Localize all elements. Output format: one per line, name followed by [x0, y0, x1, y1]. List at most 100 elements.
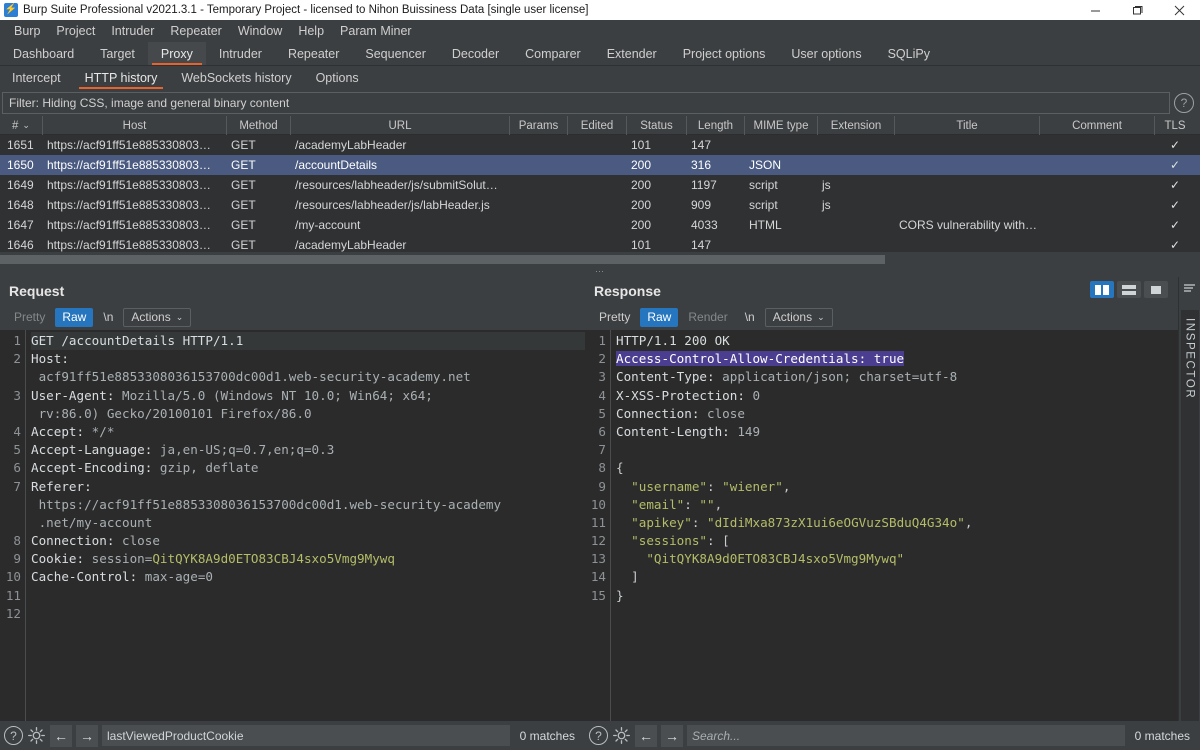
response-newline-button[interactable]: \n	[738, 308, 762, 327]
tab-sequencer[interactable]: Sequencer	[352, 42, 438, 65]
table-row[interactable]: 1649 https://acf91ff51e885330803… GET/reso…	[0, 175, 1200, 195]
request-search-input[interactable]: lastViewedProductCookie	[102, 725, 510, 746]
request-newline-button[interactable]: \n	[96, 308, 120, 327]
column-header-status[interactable]: Status	[627, 116, 687, 135]
column-header-number[interactable]: # ⌄	[0, 116, 43, 135]
burp-logo-icon: ⚡	[4, 3, 18, 17]
cell-url: /academyLabHeader	[295, 238, 407, 252]
tab-decoder[interactable]: Decoder	[439, 42, 512, 65]
horizontal-scrollbar-thumb[interactable]	[0, 255, 885, 264]
column-header-host[interactable]: Host	[43, 116, 227, 135]
menu-item-window[interactable]: Window	[230, 20, 290, 42]
search-forward-button[interactable]: →	[661, 724, 683, 747]
search-forward-button[interactable]: →	[76, 724, 98, 747]
response-raw-button[interactable]: Raw	[640, 307, 679, 327]
cell-title	[895, 235, 1040, 252]
cell-url: /resources/labheader/js/submitSolut…	[295, 178, 498, 192]
help-icon[interactable]: ?	[4, 726, 23, 745]
response-pane: Response Pretty Raw Render \n Actions ⌄ …	[585, 277, 1178, 721]
panel-splitter[interactable]: ⋯	[0, 266, 1200, 277]
close-button[interactable]	[1158, 0, 1200, 20]
response-actions-button[interactable]: Actions ⌄	[764, 307, 833, 327]
cell-length: 909	[691, 198, 712, 212]
subtab-websockets-history[interactable]: WebSockets history	[169, 66, 303, 90]
tab-proxy[interactable]: Proxy	[147, 42, 206, 65]
cell-ext: js	[822, 178, 831, 192]
search-back-button[interactable]: ←	[635, 724, 657, 747]
request-pretty-button[interactable]: Pretty	[7, 308, 52, 327]
column-header-tls[interactable]: TLS	[1155, 116, 1195, 135]
tab-sqlipy[interactable]: SQLiPy	[875, 42, 943, 65]
cell-edited	[568, 235, 627, 252]
horizontal-scrollbar-track[interactable]	[0, 252, 1200, 266]
help-icon[interactable]: ?	[589, 726, 608, 745]
cell-mime: HTML	[749, 218, 782, 232]
tab-comparer[interactable]: Comparer	[512, 42, 594, 65]
filter-bar-row: Filter: Hiding CSS, image and general bi…	[0, 90, 1200, 116]
response-render-button[interactable]: Render	[681, 308, 734, 327]
subtab-options[interactable]: Options	[304, 66, 371, 90]
table-row[interactable]: 1648 https://acf91ff51e885330803… GET/reso…	[0, 195, 1200, 215]
cell-length: 1197	[691, 178, 717, 192]
menu-item-intruder[interactable]: Intruder	[103, 20, 162, 42]
table-row[interactable]: 1651 https://acf91ff51e885330803… GET/acad…	[0, 135, 1200, 155]
column-header-params[interactable]: Params	[510, 116, 568, 135]
tab-intruder[interactable]: Intruder	[206, 42, 275, 65]
stacked-layout-icon[interactable]	[1117, 281, 1141, 298]
tab-user-options[interactable]: User options	[778, 42, 874, 65]
column-header-edited[interactable]: Edited	[568, 116, 627, 135]
tab-target[interactable]: Target	[87, 42, 148, 65]
cell-comment	[1040, 195, 1155, 215]
cell-length: 147	[691, 138, 712, 152]
request-editor[interactable]: 12 3 4567 8 9 10 11 12 GET /accountDetails H…	[0, 330, 585, 721]
request-actions-button[interactable]: Actions ⌄	[123, 307, 192, 327]
single-pane-layout-icon[interactable]	[1144, 281, 1168, 298]
filter-bar[interactable]: Filter: Hiding CSS, image and general bi…	[2, 92, 1170, 114]
menu-item-repeater[interactable]: Repeater	[162, 20, 229, 42]
cell-status: 200	[631, 178, 652, 192]
request-match-count: 0 matches	[519, 728, 575, 743]
menu-item-burp[interactable]: Burp	[6, 20, 48, 42]
menu-item-project[interactable]: Project	[48, 20, 103, 42]
request-content[interactable]: GET /accountDetails HTTP/1.1 Host: acf91f…	[26, 330, 585, 721]
response-editor[interactable]: 1 2 3 4 5 6 7 8 9 10 11 12 13 14 15 HTTP/1.1 200 OK Acc…	[585, 330, 1178, 721]
column-header-length[interactable]: Length	[687, 116, 745, 135]
column-header-comment[interactable]: Comment	[1040, 116, 1155, 135]
subtab-http-history[interactable]: HTTP history	[73, 66, 170, 90]
inspector-hamburger-icon[interactable]	[1183, 283, 1196, 296]
column-header-extension[interactable]: Extension	[818, 116, 895, 135]
gear-icon[interactable]	[27, 726, 46, 745]
cell-edited	[568, 135, 627, 155]
inspector-rail[interactable]: INSPECTOR	[1178, 277, 1200, 721]
column-header-method[interactable]: Method	[227, 116, 291, 135]
gear-icon[interactable]	[612, 726, 631, 745]
help-icon[interactable]: ?	[1174, 93, 1194, 113]
response-search-input[interactable]: Search...	[687, 725, 1125, 746]
search-back-button[interactable]: ←	[50, 724, 72, 747]
response-content[interactable]: HTTP/1.1 200 OK Access-Control-Allow-Cred…	[611, 330, 1178, 721]
cell-edited	[568, 155, 627, 175]
inspector-label[interactable]: INSPECTOR	[1180, 310, 1199, 721]
tab-dashboard[interactable]: Dashboard	[0, 42, 87, 65]
status-bars: ? ← → lastViewedProductCookie 0 matches …	[0, 721, 1200, 750]
request-raw-button[interactable]: Raw	[55, 307, 94, 327]
tab-repeater[interactable]: Repeater	[275, 42, 352, 65]
window-title: Burp Suite Professional v2021.3.1 - Temp…	[23, 4, 589, 16]
column-header-url[interactable]: URL	[291, 116, 510, 135]
table-row[interactable]: 1650 https://acf91ff51e885330803… GET/acco…	[0, 155, 1200, 175]
menu-item-help[interactable]: Help	[290, 20, 332, 42]
side-by-side-layout-icon[interactable]	[1090, 281, 1114, 298]
column-header-mime-type[interactable]: MIME type	[745, 116, 818, 135]
maximize-button[interactable]	[1116, 0, 1158, 20]
cell-mime: script	[749, 198, 778, 212]
table-row[interactable]: 1647 https://acf91ff51e885330803… GET/my-a…	[0, 215, 1200, 235]
table-row[interactable]: 1646 https://acf91ff51e885330803… GET/acad…	[0, 235, 1200, 252]
cell-edited	[568, 175, 627, 195]
menu-item-param-miner[interactable]: Param Miner	[332, 20, 420, 42]
subtab-intercept[interactable]: Intercept	[0, 66, 73, 90]
response-pretty-button[interactable]: Pretty	[592, 308, 637, 327]
tab-extender[interactable]: Extender	[594, 42, 670, 65]
column-header-title[interactable]: Title	[895, 116, 1040, 135]
tab-project-options[interactable]: Project options	[670, 42, 779, 65]
minimize-button[interactable]	[1074, 0, 1116, 20]
